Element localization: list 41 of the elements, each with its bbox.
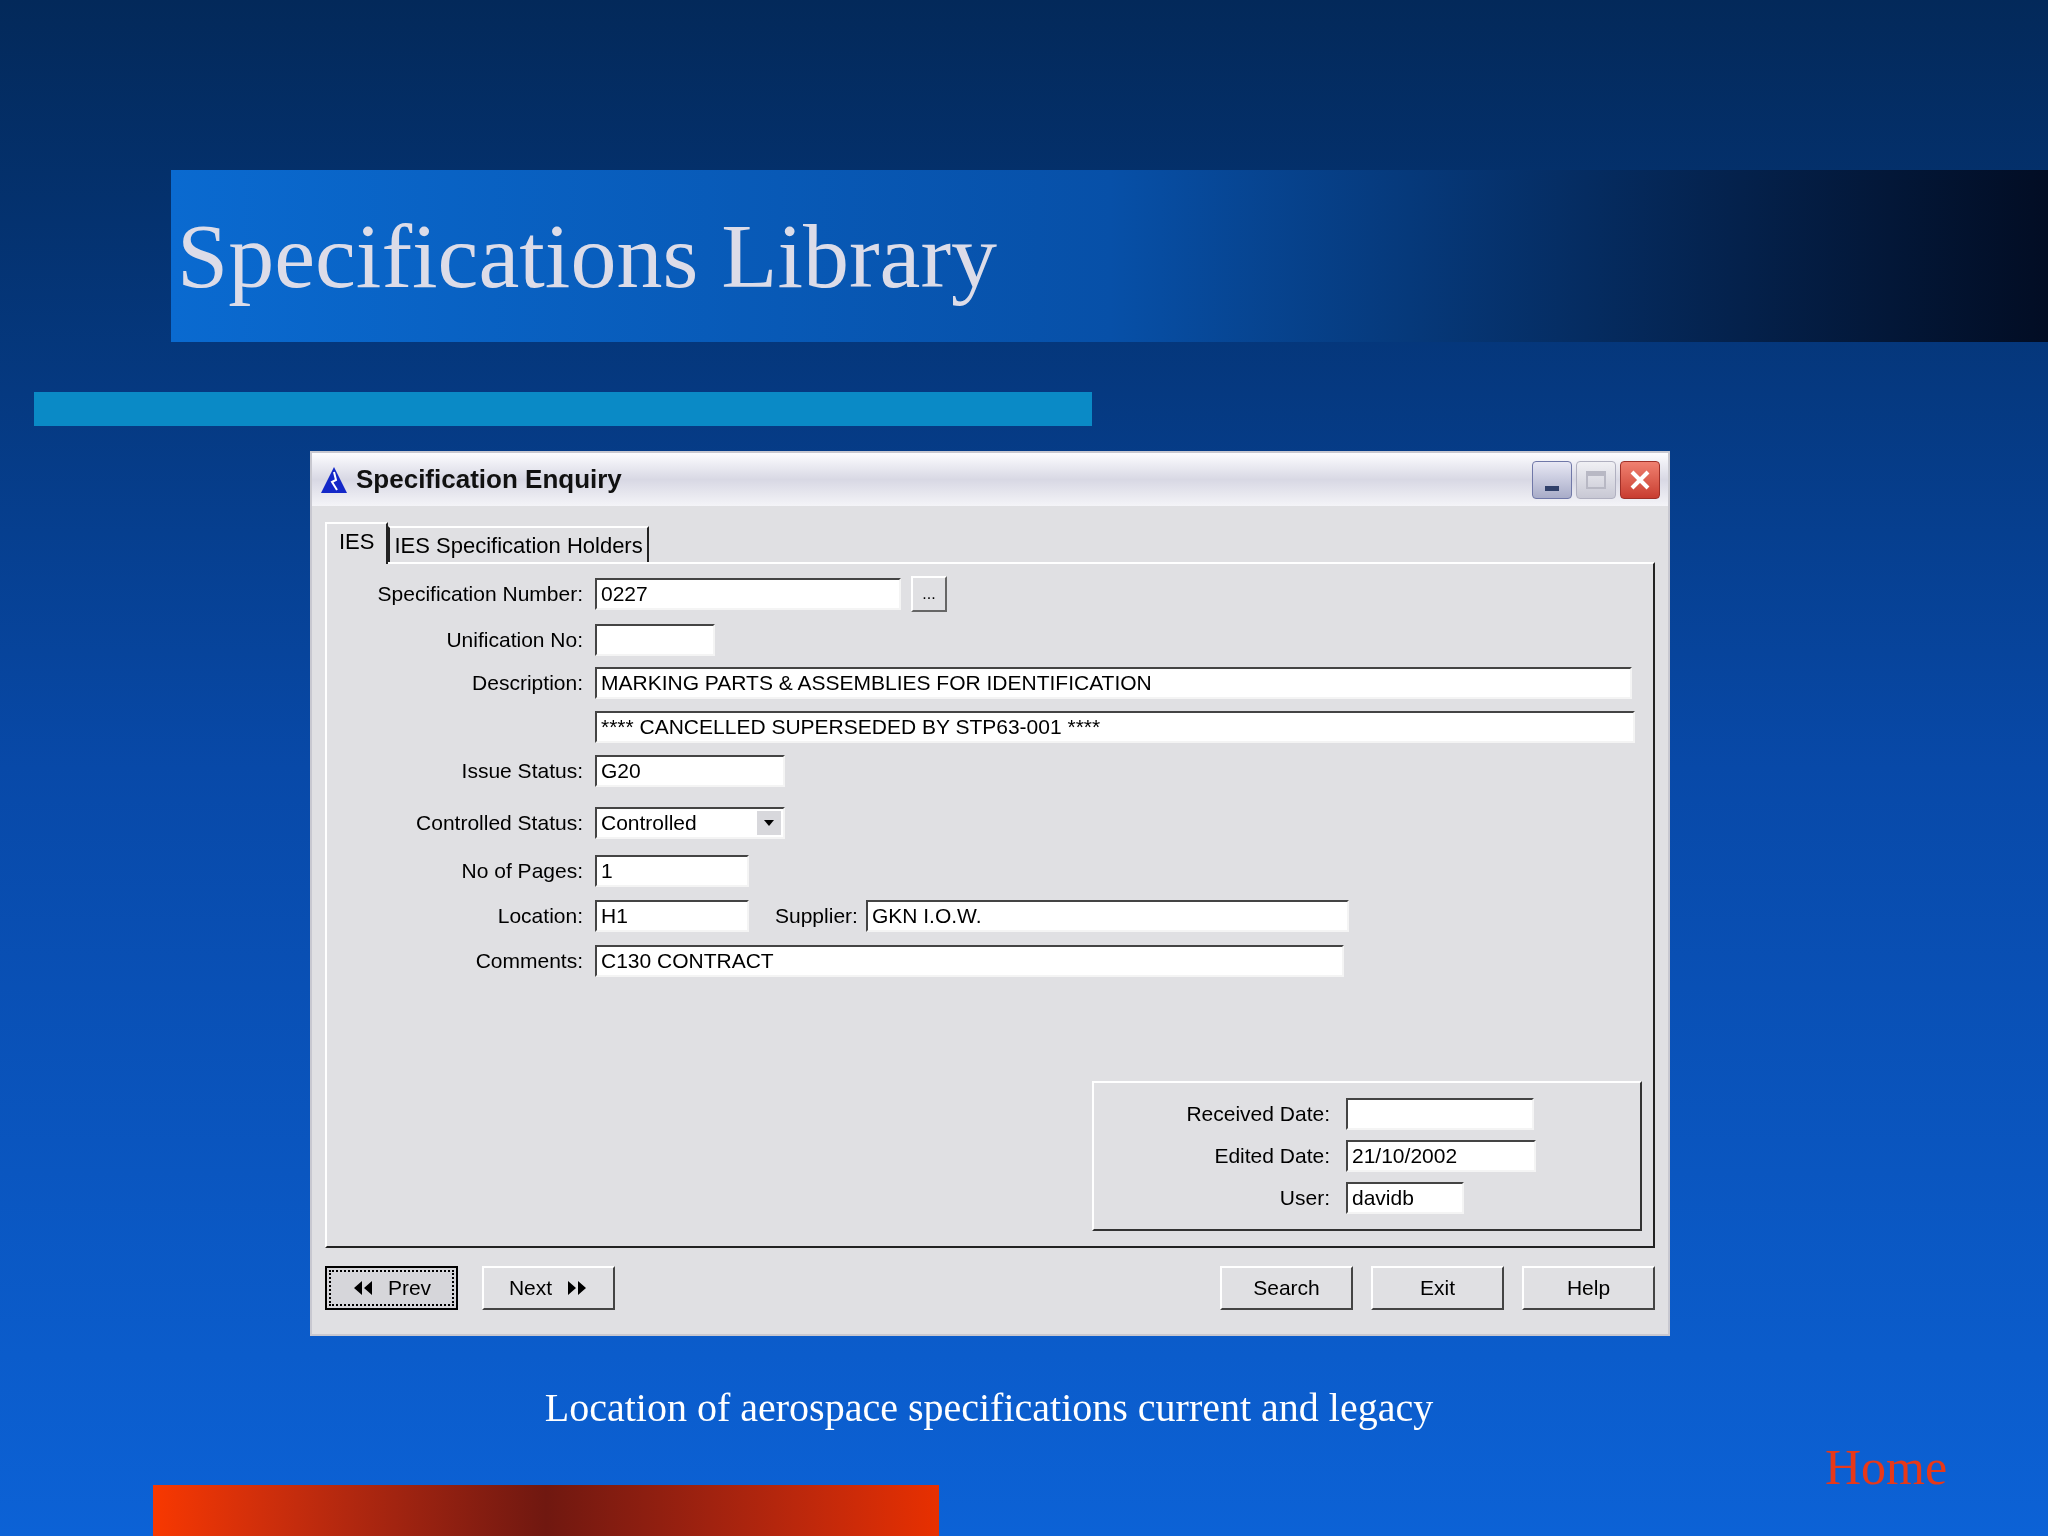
field-label: Specification Number:: [376, 581, 583, 608]
input-field[interactable]: G20: [595, 755, 785, 787]
input-field[interactable]: davidb: [1346, 1182, 1464, 1214]
input-field[interactable]: [595, 624, 715, 656]
next-button[interactable]: Next: [482, 1266, 615, 1310]
field-label: No of Pages:: [460, 858, 583, 885]
input-field[interactable]: C130 CONTRACT: [595, 945, 1344, 977]
dropdown[interactable]: Controlled: [595, 807, 785, 839]
minimize-icon: [1545, 485, 1559, 491]
app-icon: [320, 465, 348, 494]
field-label: Supplier:: [775, 903, 858, 930]
field-label: Received Date:: [1185, 1101, 1330, 1128]
action-button[interactable]: Search: [1220, 1266, 1353, 1310]
input-field[interactable]: GKN I.O.W.: [865, 900, 1349, 932]
field-label: User:: [1278, 1185, 1330, 1212]
action-button[interactable]: Exit: [1371, 1266, 1504, 1310]
field-label: Unification No:: [445, 627, 583, 654]
field-label: Comments:: [474, 948, 583, 975]
input-field[interactable]: 1: [595, 855, 749, 887]
input-field[interactable]: 21/10/2002: [1346, 1140, 1536, 1172]
field-label: Description:: [471, 670, 583, 697]
tab[interactable]: IES Specification Holders: [388, 526, 649, 562]
slide-caption: Location of aerospace specifications current and legacy: [544, 1384, 1434, 1432]
browse-button[interactable]: ...: [911, 576, 947, 612]
field-label: Controlled Status:: [415, 810, 583, 837]
input-field[interactable]: **** CANCELLED SUPERSEDED BY STP63-001 ****: [595, 711, 1635, 743]
window-title: Specification Enquiry: [356, 463, 622, 496]
previous-button[interactable]: Prev: [325, 1266, 458, 1310]
field-label: Issue Status:: [460, 758, 583, 785]
field-label: Location:: [496, 903, 583, 930]
tab[interactable]: IES: [325, 522, 389, 564]
field-label: Edited Date:: [1213, 1143, 1330, 1170]
input-field[interactable]: [1346, 1098, 1534, 1130]
close-button[interactable]: [1620, 460, 1660, 499]
close-icon: [1629, 468, 1651, 491]
minimize-button[interactable]: [1532, 460, 1572, 499]
action-button[interactable]: Help: [1522, 1266, 1655, 1310]
input-field[interactable]: H1: [595, 900, 749, 932]
maximize-icon: [1586, 470, 1606, 489]
input-field[interactable]: 0227: [595, 578, 901, 610]
input-field[interactable]: MARKING PARTS & ASSEMBLIES FOR IDENTIFICATION: [595, 667, 1632, 699]
